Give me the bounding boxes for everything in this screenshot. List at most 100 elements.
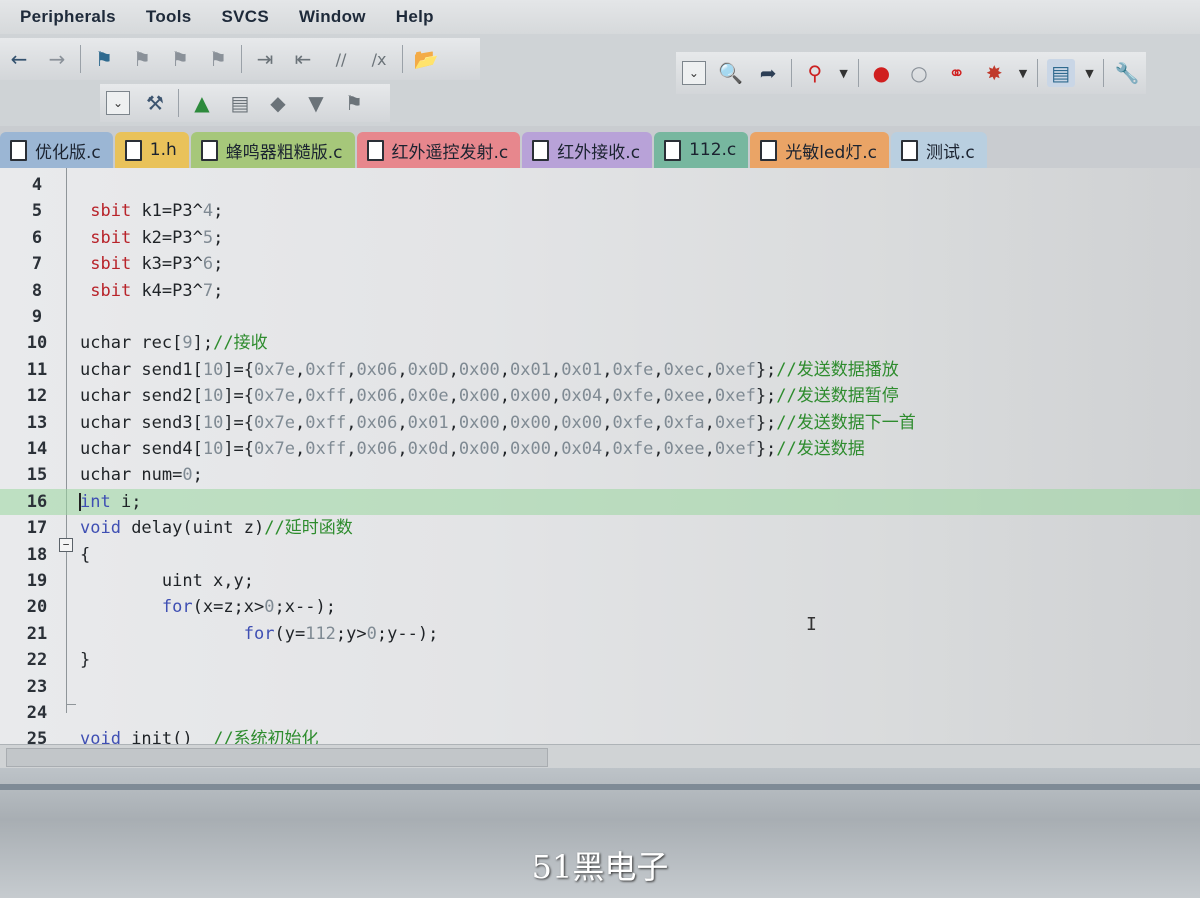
unindent-icon[interactable]: ⇤ [289,45,317,73]
code-line[interactable]: 21 for(y=112;y>0;y--); [0,621,1200,647]
line-number: 22 [26,650,48,671]
document-icon [760,139,778,161]
dropdown-icon[interactable]: ⌄ [106,91,130,115]
next-bookmark-icon[interactable]: ⚑ [166,45,194,73]
document-icon [200,139,218,161]
tab-label: 蜂鸣器粗糙版.c [225,142,343,163]
file-tab[interactable]: 112.c [654,132,749,168]
code-line[interactable]: 19 uint x,y; [0,568,1200,594]
code-text: uchar send1[10]={0x7e,0xff,0x06,0x0D,0x0… [80,359,899,380]
code-line[interactable]: 6 sbit k2=P3^5; [0,225,1200,251]
menu-bar: Peripherals Tools SVCS Window Help [0,0,1200,34]
indent-icon[interactable]: ⇥ [251,45,279,73]
code-line[interactable]: 13 uchar send3[10]={0x7e,0xff,0x06,0x01,0… [0,410,1200,436]
open-file-icon[interactable]: 📂 [412,45,440,73]
kill-breakpoints-icon[interactable]: ✸ [980,59,1008,87]
dropdown-arrow-icon[interactable]: ▼ [1085,59,1095,87]
code-text: } [80,650,91,671]
line-number: 21 [26,623,48,644]
code-text: uint x,y; [80,571,254,591]
code-line[interactable]: 24 [0,700,1200,726]
file-tabs: 优化版.c 1.h 蜂鸣器粗糙版.c 红外遥控发射.c 红外接收.c 112.c 光敏led… [0,126,1200,168]
code-line[interactable]: 25 void init() //系统初始化 [0,726,1200,744]
menu-svcs[interactable]: SVCS [201,7,279,27]
select-packs-icon[interactable]: ▤ [226,89,254,117]
menu-peripherals[interactable]: Peripherals [0,7,126,27]
code-line[interactable]: 14 uchar send4[10]={0x7e,0xff,0x06,0x0d,0… [0,436,1200,462]
code-line[interactable]: 23 [0,674,1200,700]
file-tab[interactable]: 1.h [114,132,189,168]
code-line[interactable]: 8 sbit k4=P3^7; [0,278,1200,304]
dropdown-icon[interactable]: ⌄ [682,61,706,85]
code-line[interactable]: 17 void delay(uint z)//延时函数 [0,515,1200,541]
uncomment-icon[interactable]: /x [365,45,393,73]
line-number: 16 [26,491,48,512]
menu-help[interactable]: Help [376,7,444,27]
code-line[interactable]: 4 [0,172,1200,198]
find-in-files-icon[interactable]: 🔍 [717,59,745,87]
toolbar-separator [178,89,179,117]
code-line[interactable]: 5 sbit k1=P3^4; [0,198,1200,224]
code-editor[interactable]: − 45 sbit k1=P3^4; 6 sbit k2=P3^5; 7 sbit … [0,168,1200,744]
file-tab[interactable]: 红外遥控发射.c [356,132,521,168]
file-tab[interactable]: 红外接收.c [522,132,653,168]
code-text: int i; [80,491,142,512]
menu-tools[interactable]: Tools [126,7,202,27]
forward-arrow-icon[interactable]: → [43,45,71,73]
menu-window[interactable]: Window [279,7,376,27]
horizontal-scrollbar[interactable] [0,744,1200,769]
tab-label: 光敏led灯.c [785,142,877,163]
code-text: uchar num=0; [80,465,203,486]
file-tab[interactable]: 测试.c [891,132,987,168]
line-number: 15 [26,465,48,486]
line-number: 6 [31,227,43,248]
debug-toolbar: ⌄ 🔍 ➦ ⚲ ▼ ● ○ ⚭ ✸ ▼ ▤ ▼ 🔧 [676,52,1146,94]
bookmark-icon[interactable]: ⚑ [90,45,118,73]
clear-breakpoints-icon[interactable]: ⚭ [943,59,971,87]
code-line[interactable]: 7 sbit k3=P3^6; [0,251,1200,277]
code-line[interactable]: 20 for(x=z;x>0;x--); [0,594,1200,620]
line-number: 12 [26,386,48,407]
document-icon [366,139,384,161]
line-number: 9 [31,307,43,327]
text-caret [79,492,81,511]
back-arrow-icon[interactable]: ← [5,45,33,73]
disabled-breakpoint-icon[interactable]: ○ [905,59,933,87]
validate-icon[interactable]: ▼ [302,89,330,117]
scrollbar-thumb[interactable] [6,748,548,767]
tab-label: 测试.c [926,142,975,163]
incremental-find-icon[interactable]: ➦ [754,59,782,87]
code-line[interactable]: 15 uchar num=0; [0,462,1200,488]
clear-bookmarks-icon[interactable]: ⚑ [204,45,232,73]
manage-components-icon[interactable]: ▲ [188,89,216,117]
build-icon[interactable]: ⚑ [340,89,368,117]
build-toolbar: ⌄ ⚒ ▲ ▤ ◆ ▼ ⚑ [100,84,390,122]
debug-session-icon[interactable]: ⚲ [801,59,829,87]
options-icon[interactable]: ⚒ [141,89,169,117]
toolbar-separator [241,45,242,73]
file-tab[interactable]: 光敏led灯.c [750,132,889,168]
dropdown-arrow-icon[interactable]: ▼ [839,59,849,87]
code-text: for(x=z;x>0;x--); [161,597,336,618]
code-line[interactable]: 18 { [0,542,1200,568]
code-line[interactable]: 22} [0,647,1200,673]
file-tab[interactable]: 优化版.c [0,132,113,168]
configure-icon[interactable]: 🔧 [1113,59,1141,87]
tab-label: 1.h [149,140,177,160]
line-number: 13 [26,412,48,433]
line-number: 4 [31,175,43,195]
code-line[interactable]: 11 uchar send1[10]={0x7e,0xff,0x06,0x0D,0… [0,357,1200,383]
panel-splitter[interactable] [0,784,1200,790]
breakpoint-icon[interactable]: ● [867,59,895,87]
code-line[interactable]: 9 [0,304,1200,330]
window-layout-icon[interactable]: ▤ [1046,59,1075,87]
prev-bookmark-icon[interactable]: ⚑ [128,45,156,73]
code-line[interactable]: 16 int i; [0,488,1200,515]
code-line[interactable]: 12 uchar send2[10]={0x7e,0xff,0x06,0x0e,0… [0,383,1200,409]
file-tab[interactable]: 蜂鸣器粗糙版.c [190,132,355,168]
code-line[interactable]: 10 uchar rec[9];//接收 [0,330,1200,356]
comment-icon[interactable]: // [327,45,355,73]
pack-installer-icon[interactable]: ◆ [264,89,292,117]
line-number: 8 [31,280,43,301]
dropdown-arrow-icon[interactable]: ▼ [1018,59,1028,87]
